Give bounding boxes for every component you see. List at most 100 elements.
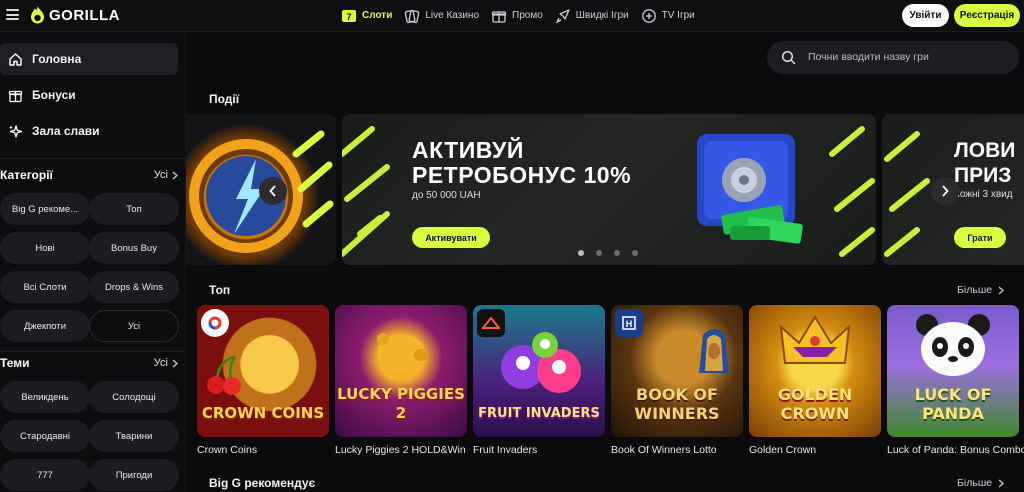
chip-all[interactable]: Усі xyxy=(89,310,179,342)
game-card-book-of-winners[interactable]: H BOOK OF WINNERS xyxy=(611,305,743,437)
game-title[interactable]: Golden Crown xyxy=(749,444,883,456)
top-more-link[interactable]: Більше xyxy=(957,284,1005,296)
nav-label: Промо xyxy=(512,10,543,21)
top-bar: GORILLA 7 Слоти Live Казино Промо Швидкі… xyxy=(0,0,1024,32)
banner-title-line: РЕТРОБОНУС 10% xyxy=(412,162,632,188)
game-title[interactable]: Book Of Winners Lotto xyxy=(611,444,745,456)
activate-button[interactable]: Активувати xyxy=(412,227,490,248)
chip-ancient[interactable]: Стародавні xyxy=(0,420,90,452)
chip-top[interactable]: Топ xyxy=(89,193,179,225)
carousel-dot[interactable] xyxy=(614,250,620,256)
recommend-title: Big G рекомендує xyxy=(209,476,316,490)
nav-slots[interactable]: 7 Слоти xyxy=(341,6,392,25)
pharaoh-icon xyxy=(699,329,729,373)
register-button[interactable]: Реєстрація xyxy=(954,4,1020,27)
crown-icon xyxy=(779,315,851,364)
game-art-text: LUCKY PIGGIES 2 xyxy=(337,385,465,422)
chip-animals[interactable]: Тварини xyxy=(89,420,179,452)
sidebar-item-label: Зала слави xyxy=(32,124,100,138)
nav-label: Live Казино xyxy=(425,10,480,21)
nav-live-casino[interactable]: Live Казино xyxy=(404,6,479,25)
chevron-right-icon xyxy=(998,286,1005,294)
game-art-text: BOOK OF WINNERS xyxy=(634,385,720,423)
chip-big-g-recommends[interactable]: Big G рекоме... xyxy=(0,193,90,225)
themes-header: Теми Усі xyxy=(0,356,178,370)
categories-all-label: Усі xyxy=(153,169,168,181)
banner-subtitle: до 50 000 UAH xyxy=(412,190,481,201)
categories-header: Категорії Усі xyxy=(0,168,178,182)
game-title[interactable]: Luck of Panda: Bonus Combo xyxy=(887,444,1024,456)
divider xyxy=(0,351,186,352)
sidebar-item-bonuses[interactable]: Бонуси xyxy=(0,79,178,111)
divider xyxy=(0,158,186,159)
play-button[interactable]: Грати xyxy=(954,227,1006,248)
panda-icon xyxy=(916,314,990,376)
chip-drops-wins[interactable]: Drops & Wins xyxy=(89,271,179,303)
nav-label: TV Ігри xyxy=(661,10,695,21)
sidebar-item-hall-of-fame[interactable]: Зала слави xyxy=(0,115,178,147)
game-art-text: FRUIT INVADERS xyxy=(478,406,600,421)
game-card-lucky-piggies-2[interactable]: LUCKY PIGGIES 2 xyxy=(335,305,467,437)
game-card-crown-coins[interactable]: CROWN COINS xyxy=(197,305,329,437)
game-card-luck-of-panda[interactable]: LUCK OF PANDA xyxy=(887,305,1019,437)
carousel-dot[interactable] xyxy=(632,250,638,256)
game-card-golden-crown[interactable]: GOLDEN CROWN xyxy=(749,305,881,437)
nav-tv-games[interactable]: TV Ігри xyxy=(641,6,695,25)
chevron-right-icon xyxy=(942,185,949,197)
safe-illustration xyxy=(697,134,803,244)
provider-badge-icon xyxy=(201,309,229,337)
game-title[interactable]: Crown Coins xyxy=(197,444,331,456)
search-input[interactable]: Почни вводити назву гри xyxy=(808,51,929,63)
game-card-fruit-invaders[interactable]: FRUIT INVADERS xyxy=(473,305,605,437)
chip-new[interactable]: Нові xyxy=(0,232,90,264)
nav-fast-games[interactable]: Швидкі Ігри xyxy=(555,6,629,25)
banner-retrobonus[interactable]: АКТИВУЙ РЕТРОБОНУС 10% до 50 000 UAH Акт… xyxy=(342,114,876,265)
sidebar-item-label: Головна xyxy=(32,52,82,66)
banner-title: АКТИВУЙ РЕТРОБОНУС 10% xyxy=(412,138,631,188)
chip-bonus-buy[interactable]: Bonus Buy xyxy=(89,232,179,264)
chip-sweets[interactable]: Солодощі xyxy=(89,381,179,413)
game-title[interactable]: Lucky Piggies 2 HOLD&Win xyxy=(335,444,469,456)
chip-all-slots[interactable]: Всі Слоти xyxy=(0,271,90,303)
sidebar-item-home[interactable]: Головна xyxy=(0,43,178,75)
search-icon xyxy=(781,50,796,65)
carousel-next-button[interactable] xyxy=(931,177,959,205)
carousel-dot[interactable] xyxy=(596,250,602,256)
chip-adventure[interactable]: Пригоди xyxy=(89,459,179,491)
more-label: Більше xyxy=(957,284,993,296)
piggy-icon xyxy=(377,333,428,371)
home-icon xyxy=(9,52,22,66)
search-bar[interactable]: Почни вводити назву гри xyxy=(767,41,1019,74)
chevron-right-icon xyxy=(172,171,178,179)
categories-all-link[interactable]: Усі xyxy=(154,169,178,181)
carousel-prev-button[interactable] xyxy=(259,177,287,205)
chip-jackpots[interactable]: Джекпоти xyxy=(0,310,90,342)
banner-title-line: АКТИВУЙ xyxy=(412,137,524,163)
gift-icon xyxy=(491,10,507,23)
main-nav: 7 Слоти Live Казино Промо Швидкі Ігри TV… xyxy=(341,6,707,25)
game-title[interactable]: Fruit Invaders xyxy=(473,444,607,456)
chip-777[interactable]: 777 xyxy=(0,459,90,491)
menu-icon[interactable] xyxy=(6,9,19,20)
game-art-text: GOLDEN CROWN xyxy=(777,385,853,423)
events-title: Події xyxy=(209,92,240,106)
slots-icon: 7 xyxy=(342,9,356,22)
logo[interactable]: GORILLA xyxy=(30,6,120,25)
nav-promo[interactable]: Промо xyxy=(491,6,543,25)
chip-easter[interactable]: Великдень xyxy=(0,381,90,413)
chevron-left-icon xyxy=(269,185,276,197)
svg-text:7: 7 xyxy=(346,12,351,22)
recommend-more-link[interactable]: Більше xyxy=(957,477,1005,489)
svg-text:H: H xyxy=(626,319,633,329)
login-button[interactable]: Увійти xyxy=(902,4,949,27)
themes-all-link[interactable]: Усі xyxy=(154,357,178,369)
rocket-icon xyxy=(555,8,570,23)
more-label: Більше xyxy=(957,477,993,489)
tv-games-icon xyxy=(641,8,656,23)
banner-title-line: ПРИЗ xyxy=(954,164,1012,187)
gorilla-logo-icon xyxy=(31,6,44,24)
sidebar: Головна Бонуси Зала слави Категорії Усі … xyxy=(0,33,186,492)
gift-icon xyxy=(8,90,23,102)
carousel-dot[interactable] xyxy=(578,250,584,256)
banner-title-line: ЛОВИ xyxy=(954,139,1016,162)
